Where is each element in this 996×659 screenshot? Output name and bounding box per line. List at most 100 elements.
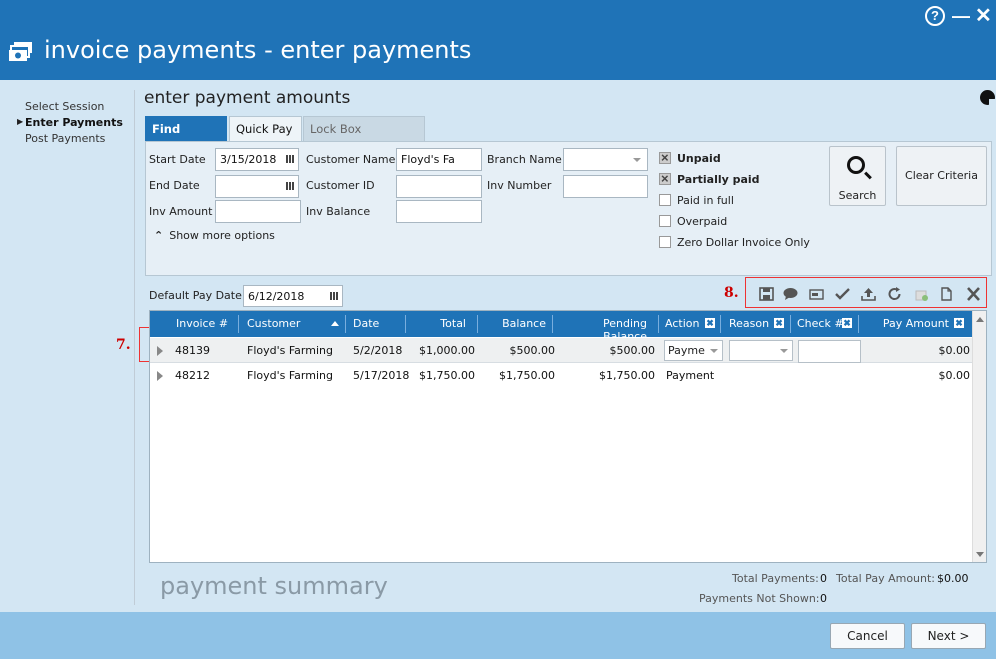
tab-lock-box-corrections[interactable]: Lock Box Corrections bbox=[303, 116, 425, 161]
upload-icon[interactable] bbox=[861, 287, 876, 301]
customer-id-field[interactable] bbox=[396, 175, 482, 198]
invoice-grid: Invoice # Customer Date Total Balance Pe… bbox=[149, 310, 987, 563]
calendar-icon[interactable] bbox=[286, 182, 294, 190]
default-pay-date-field[interactable]: 6/12/2018 bbox=[243, 285, 343, 307]
active-step-arrow-icon: ▶ bbox=[17, 117, 24, 126]
minimize-icon[interactable]: — bbox=[952, 6, 970, 26]
clear-action-icon[interactable]: ✖ bbox=[705, 318, 715, 328]
branch-name-dropdown[interactable] bbox=[563, 148, 648, 171]
action-dropdown[interactable]: Payme bbox=[664, 340, 723, 361]
customer-name-label: Customer Name bbox=[306, 153, 396, 166]
pie-chart-icon[interactable] bbox=[980, 90, 996, 107]
nav-divider bbox=[134, 90, 135, 605]
step-navigation: Select Session ▶ Enter Payments Post Pay… bbox=[0, 80, 134, 612]
annotation-marker-7: 7. bbox=[116, 337, 131, 353]
inv-balance-field[interactable] bbox=[396, 200, 482, 223]
cell-pending-balance: $500.00 bbox=[609, 344, 656, 357]
total-pay-amount-label: Total Pay Amount: bbox=[836, 572, 936, 585]
column-header-reason[interactable]: Reason bbox=[729, 317, 769, 330]
inv-amount-label: Inv Amount bbox=[149, 205, 213, 218]
cancel-button[interactable]: Cancel bbox=[830, 623, 905, 649]
check-number-field[interactable] bbox=[798, 340, 861, 363]
expand-row-icon[interactable] bbox=[157, 371, 163, 381]
clear-reason-icon[interactable]: ✖ bbox=[774, 318, 784, 328]
title-bar: invoice payments - enter payments ? — ✕ bbox=[0, 0, 996, 80]
customer-id-label: Customer ID bbox=[306, 179, 375, 192]
column-header-action[interactable]: Action bbox=[665, 317, 699, 330]
search-button-label: Search bbox=[838, 189, 877, 202]
column-separator bbox=[238, 315, 239, 333]
refresh-icon[interactable] bbox=[887, 287, 902, 301]
scroll-up-icon[interactable] bbox=[976, 317, 984, 322]
next-button[interactable]: Next > bbox=[911, 623, 986, 649]
overpaid-checkbox[interactable] bbox=[659, 215, 671, 227]
expand-row-icon[interactable] bbox=[157, 346, 163, 356]
clear-criteria-button[interactable]: Clear Criteria bbox=[896, 146, 987, 206]
tab-find-invoices[interactable]: Find Invoices bbox=[145, 116, 227, 161]
cell-date: 5/2/2018 bbox=[353, 344, 403, 357]
chevron-down-icon bbox=[710, 349, 718, 353]
table-row[interactable]: 48212 Floyd's Farming 5/17/2018 $1,750.0… bbox=[150, 363, 972, 388]
cell-pay-amount[interactable]: $0.00 bbox=[870, 369, 971, 382]
column-separator bbox=[405, 315, 406, 333]
zero-dollar-checkbox[interactable] bbox=[659, 236, 671, 248]
checkmark-icon[interactable] bbox=[835, 287, 850, 301]
document-icon[interactable] bbox=[939, 287, 954, 301]
column-separator bbox=[720, 315, 721, 333]
end-date-field[interactable] bbox=[215, 175, 299, 198]
column-header-invoice[interactable]: Invoice # bbox=[176, 317, 228, 330]
delete-icon[interactable] bbox=[966, 287, 981, 301]
clear-pay-amount-icon[interactable]: ✖ bbox=[954, 318, 964, 328]
branch-name-label: Branch Name bbox=[487, 153, 562, 166]
calendar-icon[interactable] bbox=[286, 155, 294, 163]
close-icon[interactable]: ✕ bbox=[975, 6, 992, 26]
default-pay-date-label: Default Pay Date: bbox=[149, 289, 246, 302]
chevron-up-icon: ⌃ bbox=[154, 229, 164, 242]
column-header-check[interactable]: Check # bbox=[797, 317, 844, 330]
grid-toolbar bbox=[745, 278, 987, 308]
help-icon[interactable]: ? bbox=[925, 6, 945, 26]
zero-dollar-label: Zero Dollar Invoice Only bbox=[677, 236, 810, 249]
show-more-options-link[interactable]: ⌃ Show more options bbox=[154, 229, 275, 242]
payments-not-shown-label: Payments Not Shown: bbox=[699, 592, 820, 605]
nav-item-post-payments[interactable]: Post Payments bbox=[25, 132, 105, 145]
cell-pending-balance: $1,750.00 bbox=[599, 369, 655, 382]
inv-number-field[interactable] bbox=[563, 175, 648, 198]
column-separator bbox=[552, 315, 553, 333]
annotation-marker-8: 8. bbox=[724, 285, 739, 301]
unpaid-checkbox[interactable] bbox=[659, 150, 671, 165]
column-header-balance[interactable]: Balance bbox=[482, 317, 546, 330]
cell-total: $1,000.00 bbox=[419, 344, 475, 357]
save-icon[interactable] bbox=[759, 287, 774, 301]
nav-item-enter-payments[interactable]: Enter Payments bbox=[25, 116, 123, 129]
tab-quick-pay[interactable]: Quick Pay bbox=[229, 116, 302, 141]
comment-icon[interactable] bbox=[783, 287, 798, 301]
overpaid-label: Overpaid bbox=[677, 215, 728, 228]
inv-balance-label: Inv Balance bbox=[306, 205, 371, 218]
search-button[interactable]: Search bbox=[829, 146, 886, 206]
clear-check-icon[interactable]: ✖ bbox=[842, 318, 852, 328]
table-row[interactable]: 48139 Floyd's Farming 5/2/2018 $1,000.00… bbox=[150, 338, 972, 363]
total-payments-value: 0 bbox=[820, 572, 827, 585]
customer-name-field[interactable]: Floyd's Fa bbox=[396, 148, 482, 171]
end-date-label: End Date bbox=[149, 179, 200, 192]
grid-scrollbar[interactable] bbox=[972, 311, 986, 562]
column-header-customer[interactable]: Customer bbox=[247, 317, 300, 330]
column-header-date[interactable]: Date bbox=[353, 317, 379, 330]
inv-amount-field[interactable] bbox=[215, 200, 301, 223]
partially-paid-checkbox[interactable] bbox=[659, 171, 671, 186]
ledger-icon[interactable] bbox=[914, 287, 929, 301]
nav-item-select-session[interactable]: Select Session bbox=[25, 100, 104, 113]
sort-ascending-icon[interactable] bbox=[331, 321, 339, 326]
start-date-field[interactable]: 3/15/2018 bbox=[215, 148, 299, 171]
reason-dropdown[interactable] bbox=[729, 340, 793, 361]
card-icon[interactable] bbox=[809, 287, 824, 301]
calendar-icon[interactable] bbox=[330, 292, 338, 300]
cell-action[interactable]: Payment bbox=[666, 369, 714, 382]
cell-customer: Floyd's Farming bbox=[247, 344, 333, 357]
scroll-down-icon[interactable] bbox=[976, 552, 984, 557]
paid-in-full-checkbox[interactable] bbox=[659, 194, 671, 206]
column-header-pay-amount[interactable]: Pay Amount bbox=[865, 317, 949, 330]
cell-pay-amount[interactable]: $0.00 bbox=[870, 344, 971, 357]
column-header-total[interactable]: Total bbox=[410, 317, 466, 330]
